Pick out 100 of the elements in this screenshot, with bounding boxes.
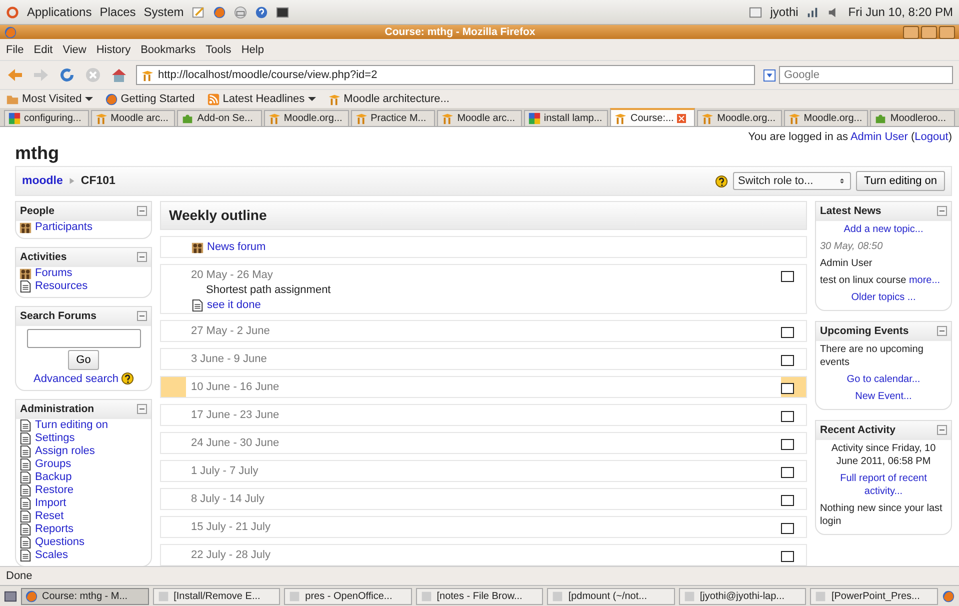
maximize-button[interactable] [921, 26, 937, 38]
network-icon[interactable] [806, 6, 820, 18]
taskbar-item[interactable]: [PowerPoint_Pres... [810, 588, 938, 604]
taskbar-item[interactable]: Course: mthg - M... [21, 588, 149, 604]
collapse-icon[interactable] [937, 206, 947, 216]
highlight-toggle[interactable] [781, 270, 794, 282]
browser-tab[interactable]: Moodleroo... [870, 110, 956, 126]
terminal-icon[interactable] [276, 6, 289, 18]
reload-icon[interactable] [58, 66, 76, 84]
close-icon[interactable] [676, 114, 686, 122]
role-select[interactable]: Switch role to... [733, 172, 852, 190]
browser-tab[interactable]: Practice M... [350, 110, 436, 126]
taskbar-item[interactable]: pres - OpenOffice... [284, 588, 412, 604]
browser-tab[interactable]: Moodle arc... [90, 110, 176, 126]
advanced-search-link[interactable]: Advanced search [34, 372, 118, 384]
block-link[interactable]: Settings [35, 432, 75, 445]
home-icon[interactable] [110, 66, 128, 84]
block-link[interactable]: Participants [35, 221, 92, 234]
block-link[interactable]: Import [35, 497, 66, 510]
menu-item[interactable]: Tools [206, 44, 232, 56]
browser-tab[interactable]: Moodle.org... [697, 110, 782, 126]
browser-tab[interactable]: Add-on Se... [177, 110, 262, 126]
minimize-button[interactable] [903, 26, 919, 38]
taskbar-item[interactable]: [notes - File Brow... [416, 588, 544, 604]
block-link[interactable]: Resources [35, 280, 88, 293]
browser-tab[interactable]: Moodle.org... [784, 110, 868, 126]
collapse-icon[interactable] [137, 206, 147, 216]
help-icon[interactable] [715, 174, 728, 188]
bookmark[interactable]: Moodle architecture... [328, 92, 450, 106]
browser-tab[interactable]: Course:... [610, 108, 696, 126]
search-field[interactable] [26, 329, 140, 348]
browser-tab[interactable]: configuring... [4, 110, 89, 126]
block-link[interactable]: Forums [35, 267, 72, 280]
bookmark[interactable]: Latest Headlines [206, 92, 316, 106]
block-link[interactable]: Backup [35, 471, 72, 484]
block-link[interactable]: Reset [35, 510, 64, 523]
bookmark[interactable]: Getting Started [104, 92, 195, 106]
help-icon[interactable] [120, 372, 134, 385]
breadcrumb-link[interactable]: moodle [22, 175, 63, 187]
logout-link[interactable]: Logout [914, 131, 948, 143]
bookmark[interactable]: Most Visited [6, 92, 93, 106]
clock[interactable]: Fri Jun 10, 8:20 PM [848, 5, 953, 19]
search-field[interactable]: Google [779, 66, 953, 84]
highlight-toggle[interactable] [781, 439, 794, 450]
block-link[interactable]: Add a new topic... [844, 223, 924, 236]
highlight-toggle[interactable] [781, 411, 794, 422]
block-link[interactable]: Scales [35, 549, 68, 562]
highlight-toggle[interactable] [781, 495, 794, 506]
highlight-toggle[interactable] [781, 355, 794, 366]
highlight-toggle[interactable] [781, 523, 794, 534]
block-link[interactable]: Groups [35, 458, 72, 471]
go-button[interactable]: Go [68, 350, 99, 370]
highlight-toggle[interactable] [781, 383, 794, 394]
panel-menu[interactable]: Places [100, 5, 136, 19]
activity-link[interactable]: News forum [207, 241, 266, 254]
menu-item[interactable]: Help [241, 44, 264, 56]
taskbar-item[interactable]: [pdmount (~/not... [547, 588, 675, 604]
taskbar-item[interactable]: [Install/Remove E... [152, 588, 280, 604]
search-engine-icon[interactable] [763, 68, 776, 82]
edit-button[interactable]: Turn editing on [856, 171, 945, 191]
block-link[interactable]: Restore [35, 484, 74, 497]
block-link[interactable]: Full report of recent activity... [820, 472, 947, 498]
block-link[interactable]: Turn editing on [35, 419, 108, 432]
collapse-icon[interactable] [137, 311, 147, 321]
browser-tab[interactable]: install lamp... [524, 110, 608, 126]
menu-item[interactable]: View [62, 44, 86, 56]
close-button[interactable] [939, 26, 955, 38]
block-link[interactable]: Reports [35, 523, 74, 536]
desktop-icon[interactable] [4, 590, 17, 602]
more-link[interactable]: more... [908, 274, 940, 287]
panel-menu[interactable]: System [144, 5, 184, 19]
panel-menu[interactable]: Applications [27, 5, 92, 19]
browser-tab[interactable]: Moodle.org... [264, 110, 349, 126]
block-link[interactable]: New Event... [855, 390, 912, 403]
firefox-icon[interactable] [212, 6, 226, 18]
editor-icon[interactable] [192, 6, 205, 18]
window-icon[interactable] [749, 6, 762, 18]
highlight-toggle[interactable] [781, 551, 794, 562]
user-name[interactable]: jyothi [770, 5, 798, 19]
taskbar-item[interactable]: [jyothi@jyothi-lap... [678, 588, 806, 604]
collapse-icon[interactable] [937, 326, 947, 336]
address-bar[interactable]: http://localhost/moodle/course/view.php?id=2 [136, 65, 755, 85]
collapse-icon[interactable] [137, 404, 147, 414]
menu-item[interactable]: File [6, 44, 24, 56]
highlight-toggle[interactable] [781, 327, 794, 338]
firefox-icon[interactable] [942, 590, 956, 602]
block-link[interactable]: Assign roles [35, 445, 95, 458]
collapse-icon[interactable] [937, 425, 947, 435]
menu-item[interactable]: History [96, 44, 131, 56]
highlight-toggle[interactable] [781, 467, 794, 478]
block-link[interactable]: Older topics ... [851, 291, 916, 304]
block-link[interactable]: Go to calendar... [846, 373, 920, 386]
mail-icon[interactable] [234, 6, 247, 18]
menu-item[interactable]: Edit [34, 44, 53, 56]
block-link[interactable]: Questions [35, 536, 85, 549]
activity-link[interactable]: see it done [207, 299, 261, 312]
collapse-icon[interactable] [137, 252, 147, 262]
user-link[interactable]: Admin User [850, 131, 908, 143]
browser-tab[interactable]: Moodle arc... [437, 110, 522, 126]
menu-item[interactable]: Bookmarks [140, 44, 196, 56]
